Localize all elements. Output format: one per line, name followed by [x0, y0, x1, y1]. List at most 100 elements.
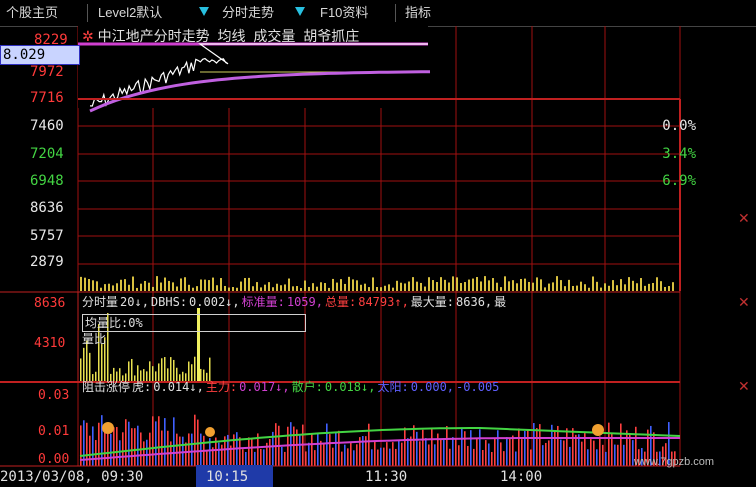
close-x-icon[interactable]: ✕ [738, 212, 750, 226]
panel2-legend-item: 8636, [456, 295, 493, 309]
volume-bar [476, 277, 478, 291]
indicator-bar [281, 446, 283, 466]
close-x-icon[interactable]: ✕ [738, 380, 750, 394]
volume-bar [604, 283, 606, 291]
volume-bar [656, 277, 658, 291]
indicator-bar [92, 426, 94, 466]
volume-bar [416, 281, 418, 291]
volume-bar [360, 284, 362, 291]
indicator-bar [602, 444, 604, 466]
indicator-bar [596, 449, 598, 466]
indicator-bar [113, 427, 115, 466]
volume-bar [496, 282, 498, 291]
indicator-bar [461, 428, 463, 466]
indicator-bar [497, 430, 499, 466]
indicator-bar [575, 434, 577, 466]
volume-bar [244, 278, 246, 291]
volume-bar [83, 347, 85, 382]
volume-bar [180, 278, 182, 291]
volume-bar [576, 285, 578, 291]
indicator-bar [194, 414, 196, 466]
volume-bar [104, 284, 106, 291]
volume-bar [472, 278, 474, 291]
volume-bar [136, 287, 138, 291]
indicator-bar [569, 446, 571, 466]
volume-bar [668, 286, 670, 291]
panel2-axis-label: 4310 [34, 336, 66, 351]
indicator-bar [158, 416, 160, 466]
pct-axis-label: 3.4% [662, 146, 696, 162]
volume-bar [101, 344, 103, 382]
volume-bar [308, 286, 310, 291]
chart-header: ✲ 中江地产分时走势 均线 成交量 胡爷抓庄 [82, 26, 359, 46]
panel2-legend-item: 分时量 [82, 295, 119, 309]
dropdown-arrow-icon[interactable] [199, 7, 209, 16]
dropdown-arrow-icon[interactable] [295, 7, 305, 16]
tab-f10[interactable]: F10资料 [320, 2, 368, 24]
indicator-bar [599, 436, 601, 466]
tab-divider [395, 4, 396, 22]
indicator-bar [431, 428, 433, 466]
price-axis-label: 6948 [30, 173, 64, 189]
volume-bars [80, 276, 674, 291]
volume-bar [208, 280, 210, 291]
indicator-bar [620, 423, 622, 466]
panel2-legend-item: 最 [494, 295, 507, 309]
indicator-bar [293, 426, 295, 466]
volume-bar [264, 284, 266, 291]
volume-bar [188, 284, 190, 291]
indicator-bar [383, 447, 385, 466]
tab-stock-home[interactable]: 个股主页 [6, 2, 58, 24]
pct-axis-label: 6.9% [662, 173, 696, 189]
indicator-bar [314, 450, 316, 466]
tab-timeline[interactable]: 分时走势 [222, 2, 274, 24]
indicator-bar [122, 432, 124, 466]
indicator-bar [371, 449, 373, 466]
indicator-bar [476, 438, 478, 466]
panel3-axis-label: 0.01 [38, 424, 70, 439]
volume-bar [620, 279, 622, 291]
volume-bar [140, 283, 142, 291]
indicator-bar [404, 427, 406, 466]
panel3-legend-item: 主力: [205, 380, 238, 394]
intraday-chart[interactable] [0, 26, 756, 487]
indicator-bar [554, 431, 556, 466]
volume-bar [664, 286, 666, 291]
indicator-bar [449, 448, 451, 466]
price-axis-label: 7716 [30, 90, 64, 106]
volume-bar [568, 279, 570, 291]
volume-bar [556, 276, 558, 291]
volume-bar [456, 277, 458, 291]
volume-bar [404, 283, 406, 291]
volume-bar [120, 279, 122, 291]
volume-bar [440, 277, 442, 291]
volume-bar [348, 276, 350, 291]
indicator-bar [362, 436, 364, 466]
indicator-bar [131, 428, 133, 466]
panel3-axis-label: 0.03 [38, 388, 70, 403]
indicator-bar [563, 440, 565, 466]
tab-indicator[interactable]: 指标 [405, 2, 435, 24]
panel3-axis-label: 0.00 [38, 452, 70, 467]
indicator-bar [392, 442, 394, 466]
volume-bar [340, 279, 342, 291]
indicator-bar [560, 439, 562, 466]
volume-bar [228, 287, 230, 291]
legend-volume: 成交量 [253, 28, 296, 44]
volume-bar [112, 285, 114, 291]
indicator-bar [374, 441, 376, 466]
volume-bar [116, 283, 118, 291]
indicator-bar [500, 442, 502, 466]
indicator-bar [311, 433, 313, 466]
volume-bar [144, 280, 146, 291]
volume-bar [252, 286, 254, 291]
tab-level2-default[interactable]: Level2默认 [98, 2, 162, 24]
close-x-icon[interactable]: ✕ [738, 296, 750, 310]
volume-bar [484, 276, 486, 291]
volume-bar [336, 282, 338, 291]
volume-bar [232, 287, 234, 291]
volume-bar [460, 283, 462, 291]
indicator-bar [452, 437, 454, 466]
indicator-bar [605, 451, 607, 466]
volume-bar [424, 286, 426, 291]
